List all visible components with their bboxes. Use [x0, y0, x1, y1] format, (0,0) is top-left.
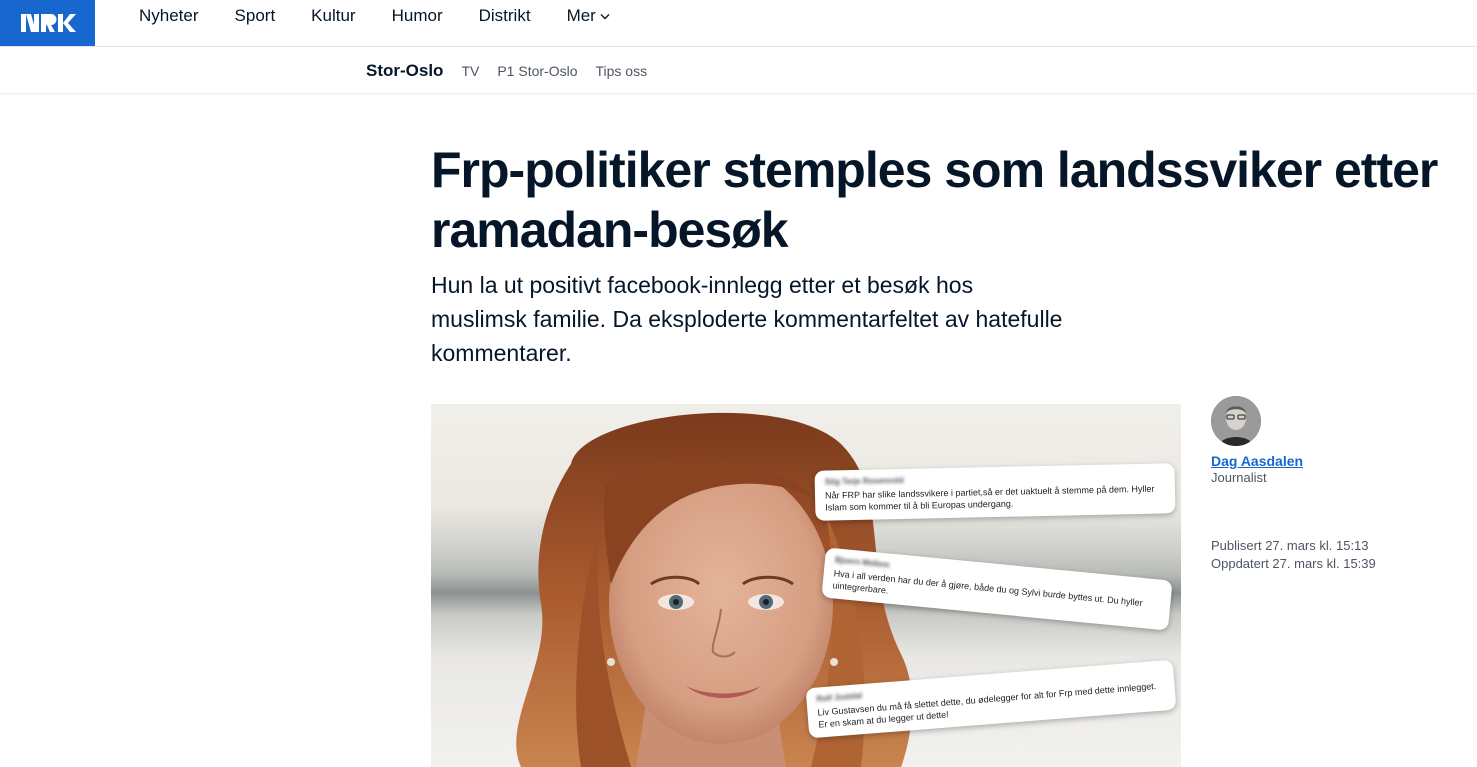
author-photo: [1211, 396, 1261, 446]
comment-text: Når FRP har slike landssvikere i partiet…: [824, 483, 1155, 513]
author-avatar[interactable]: [1211, 396, 1261, 446]
chevron-down-icon: [600, 14, 610, 20]
article-byline: Dag Aasdalen Journalist Publisert 27. ma…: [1211, 396, 1431, 573]
nav-mer-button[interactable]: Mer: [567, 6, 610, 26]
subnav-tv-link[interactable]: TV: [461, 63, 479, 79]
article-dates: Publisert 27. mars kl. 15:13 Oppdatert 2…: [1211, 537, 1431, 573]
nrk-logo[interactable]: [0, 0, 95, 46]
nav-mer-label: Mer: [566, 6, 596, 25]
subnav-tips-link[interactable]: Tips oss: [595, 63, 647, 79]
district-subnav: Stor-Oslo TV P1 Stor-Oslo Tips oss: [366, 47, 647, 94]
nav-kultur[interactable]: Kultur: [311, 6, 355, 26]
top-navigation: Nyheter Sport Kultur Humor Distrikt Mer: [0, 0, 1477, 47]
updated-date: Oppdatert 27. mars kl. 15:39: [1211, 556, 1376, 571]
main-nav: Nyheter Sport Kultur Humor Distrikt Mer: [139, 0, 610, 32]
nav-sport[interactable]: Sport: [235, 6, 276, 26]
article-title: Frp-politiker stemples som landssviker e…: [431, 142, 1438, 258]
author-name-link[interactable]: Dag Aasdalen: [1211, 453, 1431, 469]
published-date: Publisert 27. mars kl. 15:13: [1211, 538, 1369, 553]
nav-distrikt[interactable]: Distrikt: [479, 6, 531, 26]
article-hero-image[interactable]: Stig Terje Rosenvold Når FRP har slike l…: [431, 404, 1181, 767]
author-role: Journalist: [1211, 470, 1267, 485]
article-lead: Hun la ut positivt facebook-innlegg ette…: [431, 272, 1063, 366]
nav-nyheter[interactable]: Nyheter: [139, 6, 199, 26]
region-title-link[interactable]: Stor-Oslo: [366, 61, 443, 81]
comment-bubble: Stig Terje Rosenvold Når FRP har slike l…: [814, 463, 1176, 521]
nrk-logo-icon: [20, 14, 76, 32]
subnav-p1-link[interactable]: P1 Stor-Oslo: [497, 63, 577, 79]
nav-humor[interactable]: Humor: [392, 6, 443, 26]
district-subnav-bar: Stor-Oslo TV P1 Stor-Oslo Tips oss: [0, 47, 1477, 94]
